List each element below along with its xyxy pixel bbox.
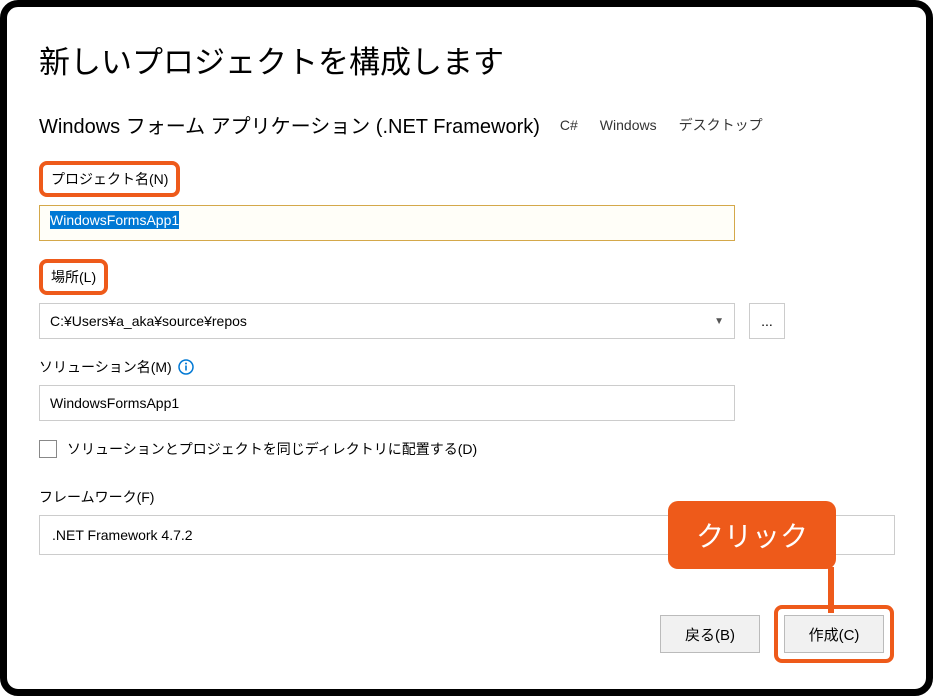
project-name-value: WindowsFormsApp1: [50, 211, 179, 229]
project-name-label: プロジェクト名(N): [51, 169, 168, 189]
click-callout: クリック: [668, 501, 836, 569]
page-title: 新しいプロジェクトを構成します: [39, 37, 894, 82]
location-combo[interactable]: C:¥Users¥a_aka¥source¥repos ▼: [39, 303, 735, 339]
button-row: 戻る(B) 作成(C): [660, 605, 894, 663]
back-button[interactable]: 戻る(B): [660, 615, 760, 653]
same-directory-label: ソリューションとプロジェクトを同じディレクトリに配置する(D): [67, 439, 477, 459]
framework-label: フレームワーク(F): [39, 487, 154, 507]
subtitle-row: Windows フォーム アプリケーション (.NET Framework) C…: [39, 110, 894, 139]
tag-type: デスクトップ: [677, 113, 765, 137]
tag-language: C#: [558, 115, 580, 135]
create-button-highlight: 作成(C): [774, 605, 894, 663]
location-label: 場所(L): [51, 267, 96, 287]
project-config-window: 新しいプロジェクトを構成します Windows フォーム アプリケーション (.…: [0, 0, 933, 696]
same-directory-checkbox[interactable]: [39, 440, 57, 458]
solution-name-label: ソリューション名(M): [39, 357, 194, 377]
location-label-highlight: 場所(L): [39, 259, 108, 295]
same-directory-checkbox-row[interactable]: ソリューションとプロジェクトを同じディレクトリに配置する(D): [39, 439, 894, 459]
info-icon[interactable]: [178, 359, 194, 375]
create-button[interactable]: 作成(C): [784, 615, 884, 653]
framework-value: .NET Framework 4.7.2: [52, 527, 193, 543]
browse-button[interactable]: ...: [749, 303, 785, 339]
tag-platform: Windows: [598, 115, 659, 135]
location-value: C:¥Users¥a_aka¥source¥repos: [50, 313, 247, 329]
project-name-label-highlight: プロジェクト名(N): [39, 161, 180, 197]
template-name: Windows フォーム アプリケーション (.NET Framework): [39, 110, 540, 139]
solution-name-input[interactable]: [39, 385, 735, 421]
project-name-input[interactable]: WindowsFormsApp1: [39, 205, 735, 241]
chevron-down-icon: ▼: [714, 316, 724, 327]
